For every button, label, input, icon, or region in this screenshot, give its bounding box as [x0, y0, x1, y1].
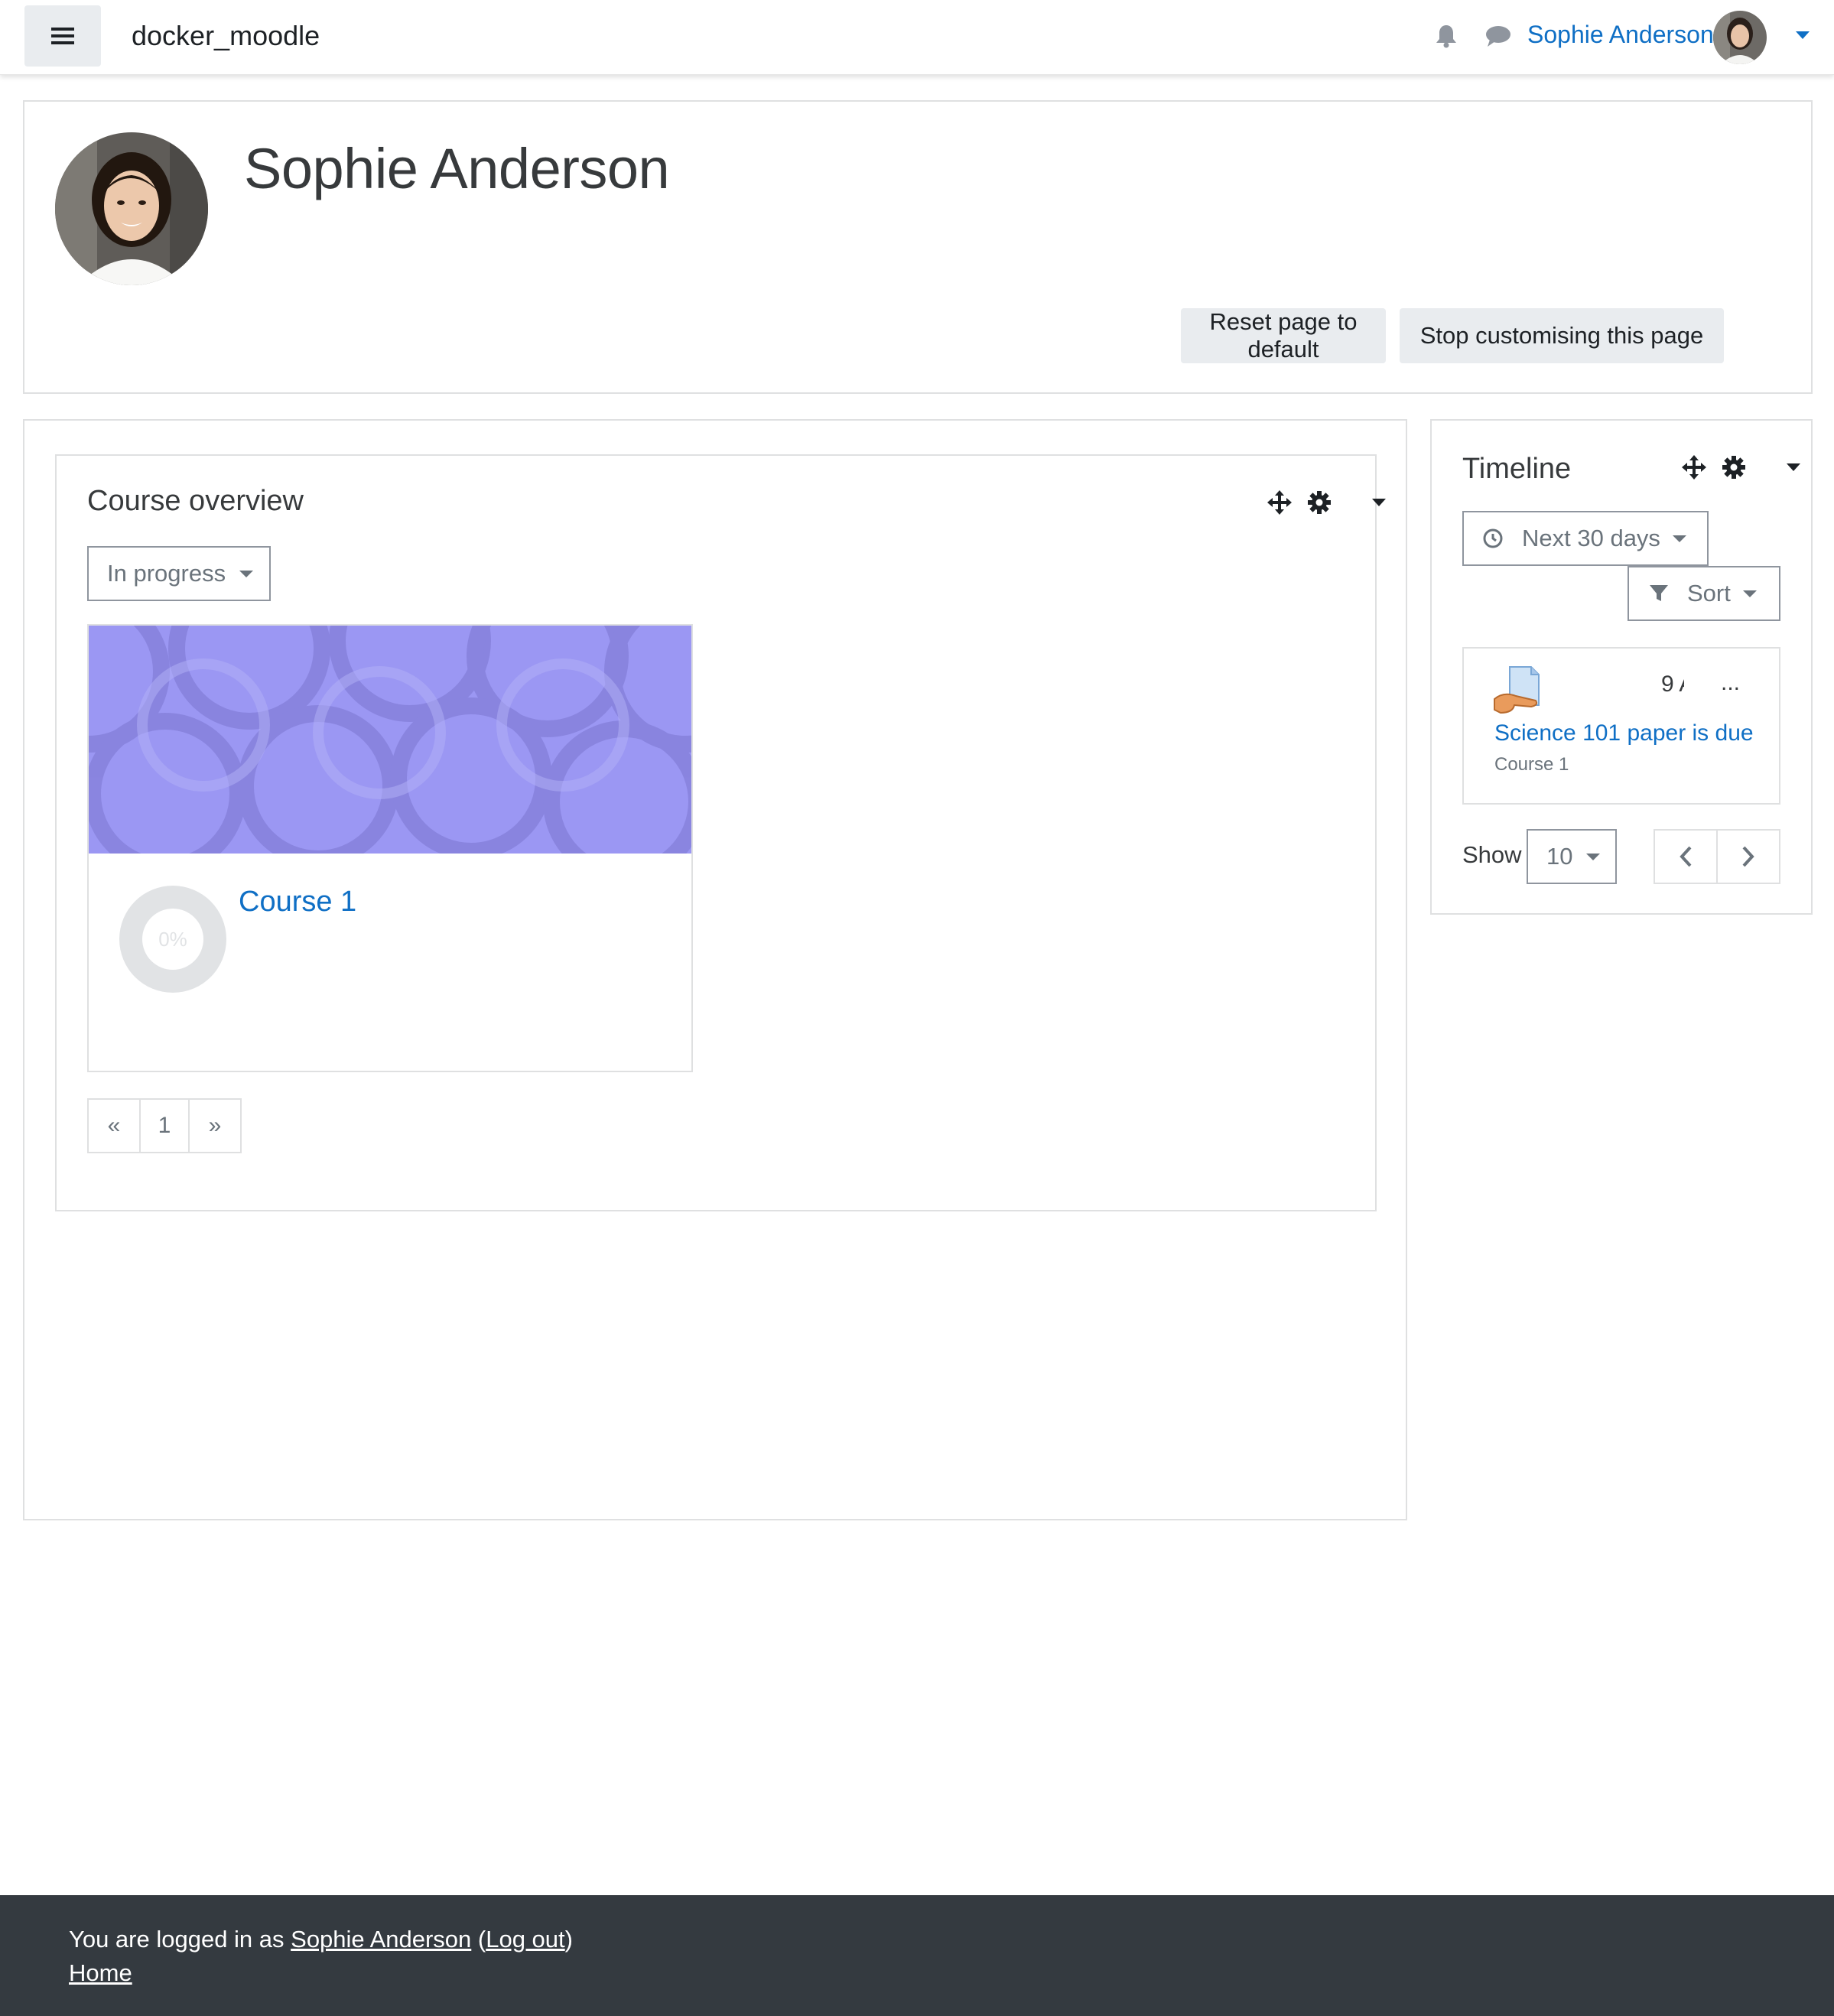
- reset-page-button[interactable]: Reset page to default: [1181, 308, 1386, 363]
- event-date: 9 A: [1661, 671, 1684, 697]
- home-link[interactable]: Home: [69, 1959, 132, 1986]
- chevron-down-icon: [1742, 590, 1757, 597]
- show-label: Show: [1462, 841, 1522, 868]
- timeline-block-controls: [1681, 454, 1800, 480]
- timeline-next-button[interactable]: [1716, 829, 1780, 884]
- messages-button[interactable]: [1484, 21, 1513, 50]
- chevron-left-icon: [1680, 846, 1692, 867]
- menu-icon: [51, 28, 74, 44]
- course-progress-ring: 0%: [119, 886, 226, 993]
- pagination-prev[interactable]: «: [87, 1098, 141, 1153]
- footer-user-link[interactable]: Sophie Anderson: [291, 1926, 471, 1953]
- assignment-icon: [1494, 666, 1540, 714]
- course-pagination: « 1 »: [87, 1098, 242, 1153]
- pagination-page-1[interactable]: 1: [139, 1098, 190, 1153]
- page-title: Sophie Anderson: [244, 137, 670, 200]
- move-icon[interactable]: [1267, 489, 1293, 515]
- profile-picture: [55, 132, 208, 285]
- login-info-close-paren: ): [564, 1926, 573, 1953]
- event-actions-menu[interactable]: ...: [1721, 670, 1740, 696]
- timeline-range-dropdown[interactable]: Next 30 days: [1462, 511, 1709, 566]
- user-menu-toggle[interactable]: [1796, 29, 1810, 43]
- chat-bubble-icon: [1486, 26, 1510, 47]
- site-name-link[interactable]: docker_moodle: [132, 20, 320, 52]
- chevron-down-icon: [1586, 853, 1601, 860]
- timeline-range-label: Next 30 days: [1522, 525, 1660, 551]
- timeline-title: Timeline: [1462, 453, 1572, 485]
- chevron-down-icon: [1796, 31, 1810, 39]
- show-count-dropdown[interactable]: 10: [1527, 829, 1617, 884]
- page-header: Sophie Anderson Reset page to default St…: [23, 100, 1813, 394]
- course-image[interactable]: [89, 626, 691, 854]
- caret-down-icon[interactable]: [1372, 499, 1386, 506]
- top-navbar: docker_moodle Sophie Anderson: [0, 0, 1834, 75]
- chevron-right-icon: [1742, 846, 1754, 867]
- login-info-open-paren: (: [471, 1926, 486, 1953]
- pagination-next[interactable]: »: [188, 1098, 242, 1153]
- move-icon[interactable]: [1681, 454, 1707, 480]
- timeline-prev-button[interactable]: [1654, 829, 1718, 884]
- timeline-block: Timeline Next 30 days Sort 9 ... Science…: [1430, 419, 1813, 915]
- course-overview-title: Course overview: [87, 485, 304, 517]
- block-controls: [1267, 489, 1386, 515]
- login-info: You are logged in as Sophie Anderson (Lo…: [69, 1926, 573, 1953]
- user-avatar[interactable]: [1713, 11, 1767, 64]
- timeline-sort-label: Sort: [1687, 580, 1731, 606]
- login-info-prefix: You are logged in as: [69, 1926, 291, 1953]
- footer-home-line: Home: [69, 1959, 132, 1987]
- timeline-sort-dropdown[interactable]: Sort: [1628, 566, 1780, 621]
- course-name-link[interactable]: Course 1: [239, 886, 356, 919]
- bell-icon: [1436, 25, 1456, 48]
- gear-icon[interactable]: [1308, 491, 1331, 514]
- logout-link[interactable]: Log out: [486, 1926, 564, 1953]
- course-card: 0% Course 1: [87, 624, 693, 1072]
- caret-down-icon[interactable]: [1787, 463, 1800, 471]
- user-menu-name[interactable]: Sophie Anderson: [1527, 21, 1714, 49]
- course-progress-text: 0%: [142, 909, 203, 970]
- event-course-name: Course 1: [1494, 754, 1569, 775]
- course-filter-dropdown[interactable]: In progress: [87, 546, 271, 601]
- gear-icon[interactable]: [1722, 456, 1745, 479]
- notifications-button[interactable]: [1432, 21, 1461, 50]
- page-footer: You are logged in as Sophie Anderson (Lo…: [0, 1895, 1834, 2016]
- drawer-toggle-button[interactable]: [24, 5, 101, 67]
- stop-customising-button[interactable]: Stop customising this page: [1400, 308, 1724, 363]
- show-count-value: 10: [1546, 843, 1573, 870]
- chevron-down-icon: [1672, 535, 1686, 542]
- course-filter-label: In progress: [107, 560, 226, 587]
- content-region: Course overview In progress 0% Course 1 …: [23, 419, 1407, 1520]
- course-overview-block: Course overview In progress 0% Course 1 …: [55, 454, 1386, 1211]
- event-title-link[interactable]: Science 101 paper is due: [1494, 720, 1754, 746]
- clock-icon: [1483, 528, 1503, 548]
- filter-icon: [1650, 585, 1668, 601]
- chevron-down-icon: [239, 570, 254, 577]
- timeline-event: 9 A ... Science 101 paper is due Course …: [1462, 647, 1780, 805]
